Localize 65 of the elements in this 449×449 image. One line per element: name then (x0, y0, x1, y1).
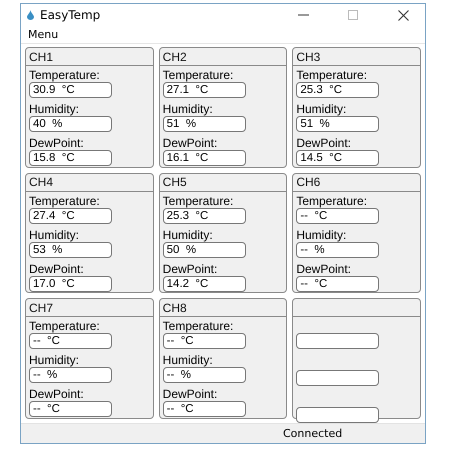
value-field[interactable]: -- °C (162, 333, 246, 350)
reading-label: DewPoint: (29, 388, 85, 402)
droplet-icon (27, 10, 34, 20)
channel-title: CH8 (162, 300, 187, 315)
value-field[interactable] (296, 333, 380, 350)
reading-label: Temperature: (296, 69, 368, 82)
reading-label: DewPoint: (296, 137, 352, 150)
reading-label: Humidity: (29, 103, 80, 116)
channel-title: CH6 (296, 175, 320, 190)
reading-label: DewPoint: (162, 137, 218, 150)
reading-label: DewPoint: (296, 262, 352, 276)
status-text: Connected (283, 427, 342, 440)
reading-label: Temperature: (29, 69, 101, 82)
value-field[interactable]: 50 % (162, 242, 246, 258)
reading-label: Temperature: (162, 69, 234, 82)
value-field[interactable]: 15.8 °C (29, 150, 112, 166)
value-field[interactable]: -- °C (296, 276, 380, 292)
value-field[interactable]: 30.9 °C (29, 82, 112, 98)
close-icon[interactable] (398, 10, 408, 20)
channel-title: CH4 (29, 175, 54, 190)
value-field[interactable]: -- °C (29, 333, 112, 350)
value-field[interactable]: 25.3 °C (162, 208, 246, 224)
value-field[interactable]: 25.3 °C (296, 82, 380, 98)
reading-label: Humidity: (296, 103, 348, 116)
value-field[interactable]: 40 % (29, 116, 112, 132)
reading-label: DewPoint: (29, 262, 85, 276)
minimize-icon[interactable] (298, 14, 308, 16)
channel-title: CH5 (162, 175, 187, 190)
reading-label: DewPoint: (162, 388, 218, 402)
value-field[interactable]: -- % (162, 367, 246, 384)
value-field[interactable] (296, 370, 380, 386)
reading-label: Humidity: (296, 228, 348, 242)
value-field[interactable]: 14.2 °C (162, 276, 246, 292)
reading-label: Temperature: (29, 320, 101, 334)
menu-item[interactable]: Menu (27, 28, 60, 41)
reading-label: Humidity: (162, 103, 214, 116)
reading-label: Temperature: (296, 194, 368, 208)
value-field[interactable]: -- °C (29, 401, 112, 418)
value-field[interactable]: -- % (29, 367, 112, 384)
value-field[interactable]: 14.5 °C (296, 150, 380, 166)
value-field[interactable]: 53 % (29, 242, 112, 258)
reading-label: Temperature: (162, 194, 234, 208)
reading-label: Temperature: (29, 194, 101, 208)
value-field[interactable]: 16.1 °C (162, 150, 246, 166)
value-field[interactable]: 51 % (162, 116, 246, 132)
channel-title: CH2 (162, 50, 187, 64)
reading-label: Humidity: (29, 354, 80, 368)
value-field[interactable]: -- % (296, 242, 380, 258)
value-field[interactable]: -- °C (296, 208, 380, 224)
value-field[interactable]: 17.0 °C (29, 276, 112, 292)
reading-label: Humidity: (162, 228, 214, 242)
reading-label: DewPoint: (162, 262, 218, 276)
value-field[interactable]: -- °C (162, 401, 246, 418)
reading-label: Temperature: (162, 320, 234, 334)
reading-label: DewPoint: (29, 137, 85, 150)
channel-title: CH7 (29, 300, 54, 315)
value-field[interactable]: 51 % (296, 116, 380, 132)
window-title: EasyTemp (40, 8, 102, 22)
value-field[interactable]: 27.1 °C (162, 82, 246, 98)
value-field[interactable] (296, 407, 380, 424)
channel-title: CH1 (29, 50, 54, 64)
reading-label: Humidity: (162, 354, 214, 368)
reading-label: Humidity: (29, 228, 80, 242)
value-field[interactable]: 27.4 °C (29, 208, 112, 224)
channel-title: CH3 (296, 50, 320, 64)
